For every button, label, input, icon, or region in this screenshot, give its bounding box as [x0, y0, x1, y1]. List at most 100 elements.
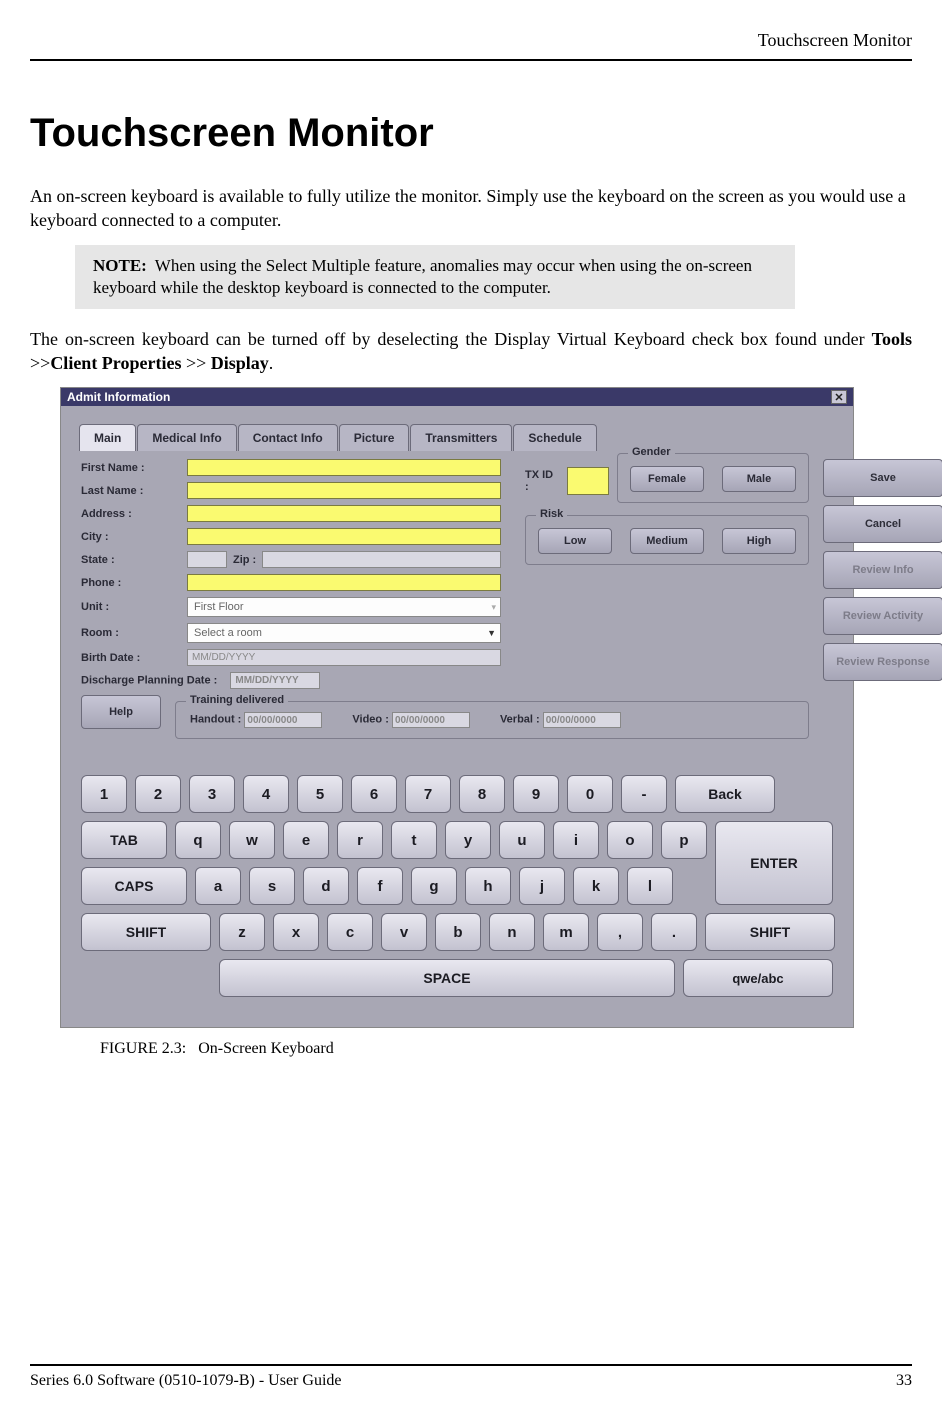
- key-q[interactable]: q: [175, 821, 221, 859]
- key-4[interactable]: 4: [243, 775, 289, 813]
- key-3[interactable]: 3: [189, 775, 235, 813]
- key-e[interactable]: e: [283, 821, 329, 859]
- footer-left: Series 6.0 Software (0510-1079-B) - User…: [30, 1372, 341, 1390]
- tab-contact[interactable]: Contact Info: [238, 424, 338, 451]
- address-input[interactable]: [187, 505, 501, 522]
- verbal-label: Verbal :: [500, 714, 540, 726]
- key-b[interactable]: b: [435, 913, 481, 951]
- risk-medium[interactable]: Medium: [630, 528, 704, 554]
- key-s[interactable]: s: [249, 867, 295, 905]
- key-back[interactable]: Back: [675, 775, 775, 813]
- tab-medical[interactable]: Medical Info: [137, 424, 236, 451]
- key-space[interactable]: SPACE: [219, 959, 675, 997]
- key-shift-left[interactable]: SHIFT: [81, 913, 211, 951]
- save-button[interactable]: Save: [823, 459, 942, 497]
- note-label: NOTE:: [93, 256, 147, 275]
- verbal-input[interactable]: 00/00/0000: [543, 712, 621, 728]
- key-f[interactable]: f: [357, 867, 403, 905]
- key-7[interactable]: 7: [405, 775, 451, 813]
- key-c[interactable]: c: [327, 913, 373, 951]
- key-qweabc[interactable]: qwe/abc: [683, 959, 833, 997]
- key-u[interactable]: u: [499, 821, 545, 859]
- key-w[interactable]: w: [229, 821, 275, 859]
- review-response-button[interactable]: Review Response: [823, 643, 942, 681]
- risk-legend: Risk: [536, 508, 567, 520]
- key-0[interactable]: 0: [567, 775, 613, 813]
- key-i[interactable]: i: [553, 821, 599, 859]
- phone-input[interactable]: [187, 574, 501, 591]
- key-k[interactable]: k: [573, 867, 619, 905]
- help-button[interactable]: Help: [81, 695, 161, 729]
- key-6[interactable]: 6: [351, 775, 397, 813]
- intro-paragraph: An on-screen keyboard is available to fu…: [30, 184, 912, 233]
- room-select[interactable]: Select a room: [187, 623, 501, 643]
- label-txid: TX ID :: [525, 469, 559, 493]
- key-dash[interactable]: -: [621, 775, 667, 813]
- cancel-button[interactable]: Cancel: [823, 505, 942, 543]
- caption-label: FIGURE 2.3:: [100, 1040, 186, 1057]
- key-o[interactable]: o: [607, 821, 653, 859]
- key-t[interactable]: t: [391, 821, 437, 859]
- right-column: Save Cancel Review Info Review Activity …: [823, 459, 942, 681]
- zip-input[interactable]: [262, 551, 501, 568]
- key-l[interactable]: l: [627, 867, 673, 905]
- key-8[interactable]: 8: [459, 775, 505, 813]
- key-x[interactable]: x: [273, 913, 319, 951]
- key-tab[interactable]: TAB: [81, 821, 167, 859]
- key-comma[interactable]: ,: [597, 913, 643, 951]
- key-j[interactable]: j: [519, 867, 565, 905]
- training-legend: Training delivered: [186, 694, 288, 706]
- female-button[interactable]: Female: [630, 466, 704, 492]
- review-activity-button[interactable]: Review Activity: [823, 597, 942, 635]
- label-state: State :: [81, 554, 181, 566]
- tab-transmitters[interactable]: Transmitters: [410, 424, 512, 451]
- key-5[interactable]: 5: [297, 775, 343, 813]
- key-v[interactable]: v: [381, 913, 427, 951]
- last-name-input[interactable]: [187, 482, 501, 499]
- risk-high[interactable]: High: [722, 528, 796, 554]
- header-rule: [30, 59, 912, 61]
- key-shift-right[interactable]: SHIFT: [705, 913, 835, 951]
- review-info-button[interactable]: Review Info: [823, 551, 942, 589]
- footer-page: 33: [896, 1372, 912, 1390]
- handout-input[interactable]: 00/00/0000: [244, 712, 322, 728]
- birth-input[interactable]: MM/DD/YYYY: [187, 649, 501, 666]
- key-caps[interactable]: CAPS: [81, 867, 187, 905]
- tab-main[interactable]: Main: [79, 424, 136, 451]
- window-title: Admit Information: [67, 390, 170, 404]
- city-input[interactable]: [187, 528, 501, 545]
- tab-picture[interactable]: Picture: [339, 424, 410, 451]
- video-input[interactable]: 00/00/0000: [392, 712, 470, 728]
- risk-low[interactable]: Low: [538, 528, 612, 554]
- key-h[interactable]: h: [465, 867, 511, 905]
- first-name-input[interactable]: [187, 459, 501, 476]
- unit-select[interactable]: First Floor: [187, 597, 501, 617]
- key-g[interactable]: g: [411, 867, 457, 905]
- txid-input[interactable]: [567, 467, 609, 495]
- key-r[interactable]: r: [337, 821, 383, 859]
- key-d[interactable]: d: [303, 867, 349, 905]
- p2-s1: >>: [30, 353, 50, 373]
- admit-info-window: Admit Information ✕ Main Medical Info Co…: [60, 387, 854, 1028]
- key-2[interactable]: 2: [135, 775, 181, 813]
- key-n[interactable]: n: [489, 913, 535, 951]
- key-y[interactable]: y: [445, 821, 491, 859]
- close-icon[interactable]: ✕: [831, 390, 847, 404]
- tab-schedule[interactable]: Schedule: [513, 424, 596, 451]
- key-z[interactable]: z: [219, 913, 265, 951]
- key-p[interactable]: p: [661, 821, 707, 859]
- key-a[interactable]: a: [195, 867, 241, 905]
- key-period[interactable]: .: [651, 913, 697, 951]
- running-header: Touchscreen Monitor: [30, 0, 912, 59]
- key-1[interactable]: 1: [81, 775, 127, 813]
- p2-client: Client Properties: [50, 353, 181, 373]
- onscreen-keyboard: 1 2 3 4 5 6 7 8 9 0 - Back TAB q w: [81, 775, 833, 997]
- key-9[interactable]: 9: [513, 775, 559, 813]
- state-input[interactable]: [187, 551, 227, 568]
- dpd-input[interactable]: MM/DD/YYYY: [230, 672, 320, 689]
- label-zip: Zip :: [233, 554, 256, 566]
- male-button[interactable]: Male: [722, 466, 796, 492]
- label-last: Last Name :: [81, 485, 181, 497]
- key-m[interactable]: m: [543, 913, 589, 951]
- key-enter[interactable]: ENTER: [715, 821, 833, 905]
